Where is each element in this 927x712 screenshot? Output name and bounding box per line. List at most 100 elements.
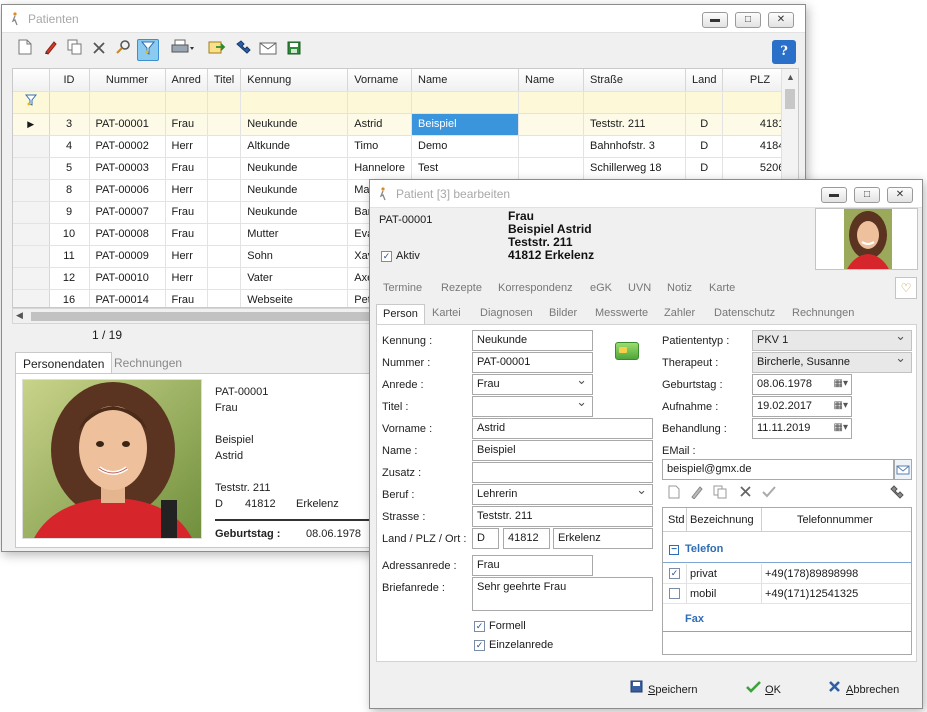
tab-notiz[interactable]: Notiz [667, 282, 692, 294]
filter-icon[interactable] [137, 39, 159, 61]
filter-cell[interactable] [518, 91, 584, 114]
table-row[interactable]: 5 PAT-00003 Frau Neukunde Hannelore Test Schil… [13, 157, 798, 180]
mail-icon[interactable] [257, 39, 279, 61]
column-header[interactable]: Straße [583, 69, 686, 92]
filter-cell[interactable] [89, 91, 166, 114]
row-indicator[interactable]: ▶ [13, 113, 50, 136]
insurance-card-icon[interactable] [615, 342, 639, 360]
tab-korrespondenz[interactable]: Korrespondenz [498, 282, 573, 294]
column-header[interactable]: Titel [207, 69, 242, 92]
close-window-button[interactable]: ✕ [768, 12, 794, 28]
column-header[interactable]: Name [518, 69, 584, 92]
filter-cell[interactable] [685, 91, 724, 114]
cell-id[interactable]: 5 [49, 157, 90, 180]
tab-messwerte[interactable]: Messwerte [589, 304, 654, 324]
column-header-bezeichnung[interactable]: Bezeichnung [690, 514, 754, 526]
geburtstag-date-picker[interactable]: 08.06.1978 [752, 374, 852, 395]
behandlung-date-picker[interactable]: 11.11.2019 [752, 418, 852, 439]
delete-icon[interactable] [88, 39, 110, 61]
cell-id[interactable]: 8 [49, 179, 90, 202]
cell-name[interactable]: Beispiel [411, 113, 519, 136]
cell-vorname[interactable]: Hannelore [347, 157, 412, 180]
cell-anrede[interactable]: Frau [165, 113, 208, 136]
dial-phone-icon[interactable] [889, 485, 905, 502]
dialog-titlebar[interactable]: Patient [3] bearbeiten ▬ □ ✕ [370, 180, 922, 208]
kennung-field[interactable]: Neukunde [472, 330, 593, 351]
cell-id[interactable]: 4 [49, 135, 90, 158]
cell-titel[interactable] [207, 113, 242, 136]
cell-titel[interactable] [207, 201, 242, 224]
cell-name2[interactable] [518, 135, 584, 158]
phone-icon[interactable] [232, 39, 254, 61]
row-indicator[interactable] [13, 135, 50, 158]
formell-checkbox[interactable]: ✓ [474, 621, 485, 632]
new-document-icon[interactable] [14, 39, 36, 61]
anrede-select[interactable]: Frau [472, 374, 593, 395]
cell-kennung[interactable]: Altkunde [240, 135, 349, 158]
cell-kennung[interactable]: Neukunde [240, 113, 349, 136]
cell-anrede[interactable]: Herr [165, 267, 208, 290]
cell-name[interactable]: Test [411, 157, 519, 180]
collapse-group-icon[interactable]: − [669, 545, 679, 555]
scroll-thumb[interactable] [785, 89, 795, 109]
column-header[interactable]: Vorname [347, 69, 412, 92]
column-header-telefonnummer[interactable]: Telefonnummer [797, 514, 873, 526]
cell-id[interactable]: 3 [49, 113, 90, 136]
minimize-button[interactable]: ▬ [702, 12, 728, 28]
filter-cell[interactable] [583, 91, 686, 114]
dialog-maximize-button[interactable]: □ [854, 187, 880, 203]
print-icon[interactable] [168, 39, 198, 61]
horizontal-scroll-thumb[interactable] [31, 312, 371, 321]
patient-thumbnail[interactable] [815, 208, 918, 270]
filter-cell[interactable] [347, 91, 412, 114]
tab-egk[interactable]: eGK [590, 282, 612, 294]
save-button[interactable]: Speichern [628, 680, 698, 696]
column-header[interactable]: Name [411, 69, 519, 92]
scroll-left-icon[interactable]: ◀ [16, 310, 23, 321]
tab-rezepte[interactable]: Rezepte [441, 282, 482, 294]
cell-kennung[interactable]: Neukunde [240, 157, 349, 180]
default-phone-checkbox[interactable]: ✓ [669, 568, 680, 579]
tab-diagnosen[interactable]: Diagnosen [474, 304, 539, 324]
cell-name[interactable]: Demo [411, 135, 519, 158]
adressanrede-field[interactable]: Frau [472, 555, 593, 576]
filter-cell[interactable] [49, 91, 90, 114]
cell-anrede[interactable]: Herr [165, 179, 208, 202]
table-row[interactable]: 4 PAT-00002 Herr Altkunde Timo Demo Bahnhofstr… [13, 135, 798, 158]
delete-phone-icon[interactable] [739, 485, 752, 501]
row-indicator[interactable] [13, 289, 50, 307]
tab-personendaten[interactable]: Personendaten [15, 352, 113, 374]
tab-zahler[interactable]: Zahler [658, 304, 701, 324]
cell-nummer[interactable]: PAT-00002 [89, 135, 166, 158]
cell-titel[interactable] [207, 135, 242, 158]
column-header[interactable]: Land [685, 69, 724, 92]
email-send-button[interactable] [894, 459, 912, 480]
phone-number[interactable]: +49(178)89898998 [765, 568, 858, 580]
tab-kartei[interactable]: Kartei [426, 304, 467, 324]
plz-field[interactable]: 41812 [503, 528, 550, 549]
cell-titel[interactable] [207, 267, 242, 290]
zusatz-field[interactable] [472, 462, 653, 483]
land-field[interactable]: D [472, 528, 499, 549]
aufnahme-date-picker[interactable]: 19.02.2017 [752, 396, 852, 417]
cell-land[interactable]: D [685, 135, 724, 158]
filter-cell[interactable] [240, 91, 349, 114]
tab-datenschutz[interactable]: Datenschutz [708, 304, 781, 324]
cell-titel[interactable] [207, 179, 242, 202]
cell-land[interactable]: D [685, 157, 724, 180]
tab-termine[interactable]: Termine [383, 282, 422, 294]
ort-field[interactable]: Erkelenz [553, 528, 653, 549]
tab-uvn[interactable]: UVN [628, 282, 651, 294]
column-header[interactable]: Anred [165, 69, 208, 92]
row-indicator[interactable] [13, 201, 50, 224]
phone-label[interactable]: privat [690, 568, 717, 580]
phone-label[interactable]: mobil [690, 588, 716, 600]
column-header[interactable]: ID [49, 69, 90, 92]
favorite-button[interactable]: ♡ [895, 277, 917, 299]
cell-titel[interactable] [207, 157, 242, 180]
dialog-close-button[interactable]: ✕ [887, 187, 913, 203]
copy-icon[interactable] [64, 39, 86, 61]
patients-titlebar[interactable]: Patienten ▬ □ ✕ [2, 5, 805, 33]
cell-nummer[interactable]: PAT-00008 [89, 223, 166, 246]
patiententyp-select[interactable]: PKV 1 [752, 330, 912, 351]
